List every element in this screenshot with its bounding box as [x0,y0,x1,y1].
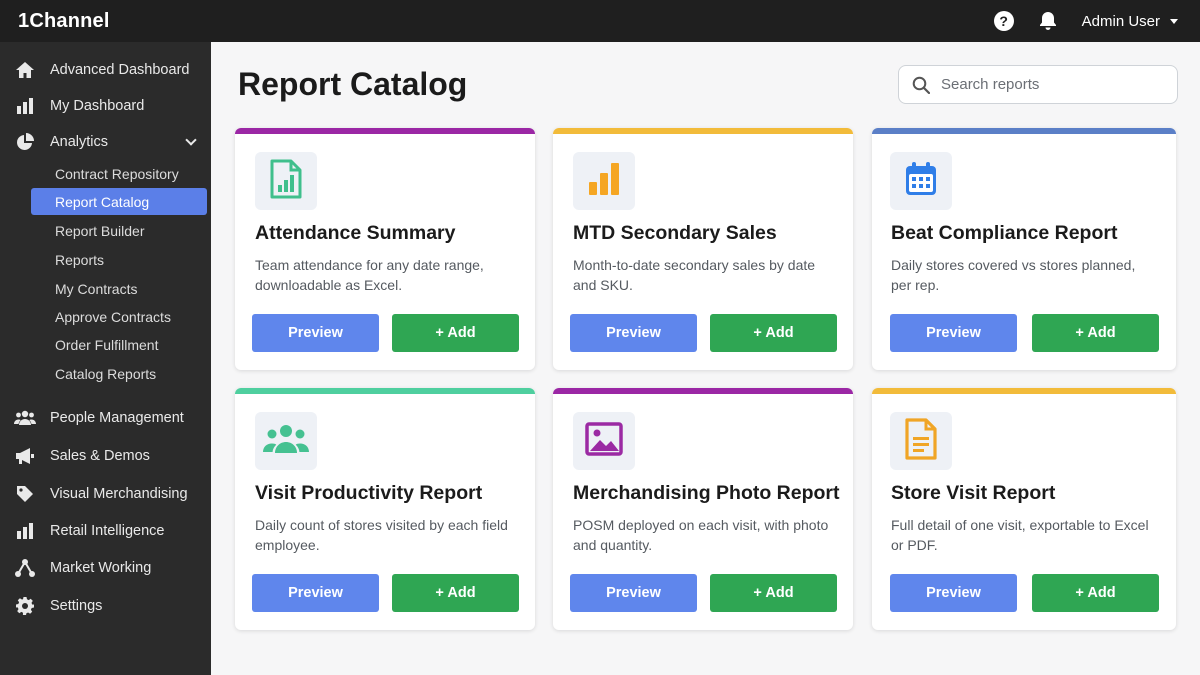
add-button[interactable]: + Add [710,314,837,352]
card-accent-bar [872,388,1176,394]
card-title: Beat Compliance Report [891,222,1118,244]
sidebar-item-people-management[interactable]: People Management [0,402,211,434]
preview-button[interactable]: Preview [252,574,379,612]
search-icon [912,76,931,94]
preview-button[interactable]: Preview [570,574,697,612]
sidebar-subitem-contract-repository[interactable]: Contract Repository [31,160,207,187]
sidebar-item-market-working[interactable]: Market Working [0,552,211,584]
sidebar-item-label: Retail Intelligence [50,523,165,539]
sidebar-item-label: People Management [50,410,184,426]
card-title: Store Visit Report [891,482,1056,504]
card-icon-box [890,412,952,470]
card-icon-box [573,412,635,470]
sidebar-subitem-order-fulfillment[interactable]: Order Fulfillment [31,331,207,358]
sidebar-item-retail-intelligence[interactable]: Retail Intelligence [0,515,211,547]
gear-icon [14,595,36,617]
sidebar-item-label: My Dashboard [50,98,145,114]
network-icon [14,557,36,579]
bell-icon[interactable] [1038,11,1058,31]
sidebar-item-label: Settings [50,598,103,614]
sidebar-item-label: Visual Merchandising [50,486,188,502]
sidebar-subitem-my-contracts[interactable]: My Contracts [31,275,207,302]
card-description: POSM deployed on each visit, with photo … [573,517,829,553]
card-description: Team attendance for any date range, down… [255,257,484,293]
card-title: Attendance Summary [255,222,456,244]
card-accent-bar [553,128,853,134]
sidebar-subitem-report-catalog[interactable]: Report Catalog [31,188,207,215]
card-icon-box [255,412,317,470]
bar-chart-icon [14,95,36,117]
preview-button[interactable]: Preview [570,314,697,352]
sidebar-item-analytics[interactable]: Analytics [0,126,211,158]
brand-logo[interactable]: 1Channel [18,10,110,33]
sidebar: Advanced Dashboard My Dashboard Analytic… [0,42,211,675]
sidebar-item-label: Advanced Dashboard [50,62,190,78]
sidebar-item-my-dashboard[interactable]: My Dashboard [0,90,211,122]
card-description: Daily count of stores visited by each fi… [255,517,508,553]
card-title: Visit Productivity Report [255,482,483,504]
users-icon [263,424,309,459]
card-title: MTD Secondary Sales [573,222,777,244]
home-icon [14,59,36,81]
report-card-mtd-secondary-sales: MTD Secondary Sales Month-to-date second… [553,128,853,370]
sidebar-subitem-report-builder[interactable]: Report Builder [31,217,207,244]
spreadsheet-icon [269,159,303,204]
card-title: Merchandising Photo Report [573,482,840,504]
tag-icon [14,483,36,505]
pie-chart-icon [14,131,36,153]
users-icon [14,407,36,429]
sidebar-item-label: Market Working [50,560,152,576]
card-icon-box [255,152,317,210]
bar-chart-icon [14,520,36,542]
sidebar-item-sales-demos[interactable]: Sales & Demos [0,440,211,472]
report-card-beat-compliance: Beat Compliance Report Daily stores cove… [872,128,1176,370]
sidebar-item-visual-merchandising[interactable]: Visual Merchandising [0,478,211,510]
preview-button[interactable]: Preview [252,314,379,352]
card-accent-bar [235,388,535,394]
add-button[interactable]: + Add [392,574,519,612]
card-accent-bar [553,388,853,394]
sidebar-item-advanced-dashboard[interactable]: Advanced Dashboard [0,54,211,86]
caret-down-icon[interactable] [1170,18,1178,24]
card-description: Full detail of one visit, exportable to … [891,517,1149,553]
top-bar: 1Channel ? Admin User [0,0,1200,42]
chevron-down-icon[interactable] [185,134,197,146]
sidebar-subitem-catalog-reports[interactable]: Catalog Reports [31,360,207,387]
page-title: Report Catalog [238,66,468,102]
help-icon[interactable]: ? [993,11,1014,31]
sidebar-item-settings[interactable]: Settings [0,590,211,622]
add-button[interactable]: + Add [392,314,519,352]
calendar-icon [904,161,938,202]
add-button[interactable]: + Add [1032,314,1159,352]
sidebar-item-label: Sales & Demos [50,448,150,464]
search-box[interactable] [898,65,1178,104]
report-card-merchandising-photo: Merchandising Photo Report POSM deployed… [553,388,853,630]
report-card-visit-productivity: Visit Productivity Report Daily count of… [235,388,535,630]
card-icon-box [890,152,952,210]
card-accent-bar [872,128,1176,134]
sidebar-item-label: Analytics [50,134,109,150]
card-description: Month-to-date secondary sales by date an… [573,257,816,293]
topbar-actions: ? Admin User [993,0,1200,42]
card-description: Daily stores covered vs stores planned, … [891,257,1136,293]
megaphone-icon [14,445,36,467]
card-accent-bar [235,128,535,134]
sidebar-subitem-reports[interactable]: Reports [31,246,207,273]
user-menu-name[interactable]: Admin User [1082,13,1160,30]
search-input[interactable] [941,76,1161,93]
add-button[interactable]: + Add [710,574,837,612]
preview-button[interactable]: Preview [890,314,1017,352]
report-card-store-visit: Store Visit Report Full detail of one vi… [872,388,1176,630]
bar-chart-icon [587,162,621,201]
sidebar-subitem-approve-contracts[interactable]: Approve Contracts [31,303,207,330]
image-icon [585,421,623,461]
add-button[interactable]: + Add [1032,574,1159,612]
report-card-attendance-summary: Attendance Summary Team attendance for a… [235,128,535,370]
preview-button[interactable]: Preview [890,574,1017,612]
document-icon [904,417,938,465]
card-icon-box [573,152,635,210]
